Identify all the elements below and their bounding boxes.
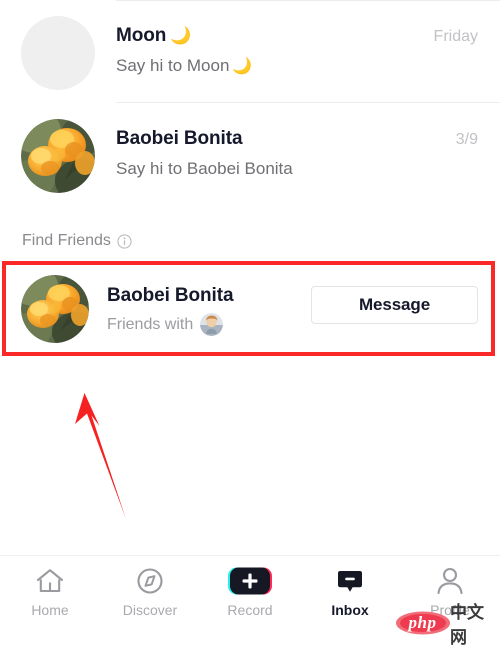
inbox-screen: Moon 🌙 Say hi to Moon 🌙 Friday Baobei Bo… [0,0,500,648]
message-list: Moon 🌙 Say hi to Moon 🌙 Friday Baobei Bo… [0,0,500,206]
nav-label: Home [31,602,69,618]
message-timestamp: 3/9 [455,131,478,148]
friend-mutual-line: Friends with [107,313,233,336]
flower-avatar-image [21,275,89,343]
moon-emoji: 🌙 [232,58,253,75]
friend-mutual-label: Friends with [107,315,194,333]
message-button[interactable]: Message [311,286,478,324]
friend-suggestion-row[interactable]: Baobei Bonita Friends with Message [0,262,500,356]
message-timestamp: Friday [433,28,478,45]
info-circle-icon[interactable] [117,233,132,249]
friend-name: Baobei Bonita [107,285,234,306]
nav-item-discover[interactable]: Discover [100,566,200,618]
nav-label: Profile [430,602,470,618]
find-friends-header: Find Friends [22,231,132,251]
friend-info: Baobei Bonita Friends with [107,284,234,336]
message-sender-name: Baobei Bonita [116,128,243,149]
nav-label: Record [227,602,273,618]
home-icon [35,566,65,596]
mutual-friend-avatar[interactable] [200,313,224,336]
plus-record-icon [227,566,273,596]
message-preview: Say hi to Moon 🌙 [116,55,390,78]
avatar[interactable] [21,275,89,343]
message-content: Baobei Bonita Say hi to Baobei Bonita [116,127,390,180]
avatar[interactable] [21,16,95,90]
person-icon [435,566,465,596]
bottom-navigation: Home Discover Record Inbox Profile [0,555,500,639]
nav-label: Discover [122,602,178,618]
nav-item-home[interactable]: Home [0,566,100,618]
find-friends-title: Find Friends [22,232,111,249]
nav-item-record[interactable]: Record [200,566,300,618]
message-preview: Say hi to Baobei Bonita [116,159,293,178]
moon-emoji: 🌙 [170,26,192,45]
message-sender-name: Moon 🌙 [116,24,390,48]
sender-name-text: Moon [116,25,167,46]
preview-text: Say hi to Moon [116,56,230,75]
message-content: Moon 🌙 Say hi to Moon 🌙 [116,24,390,78]
message-row-baobei-bonita[interactable]: Baobei Bonita Say hi to Baobei Bonita 3/… [0,103,500,206]
compass-icon [135,566,165,596]
avatar[interactable] [21,119,95,193]
nav-item-inbox[interactable]: Inbox [300,566,400,618]
arrow-annotation [75,393,126,519]
nav-label: Inbox [331,602,369,618]
message-row-moon[interactable]: Moon 🌙 Say hi to Moon 🌙 Friday [0,0,500,103]
nav-item-profile[interactable]: Profile [400,566,500,618]
flower-avatar-image [21,119,95,193]
inbox-bubble-icon [335,566,365,596]
